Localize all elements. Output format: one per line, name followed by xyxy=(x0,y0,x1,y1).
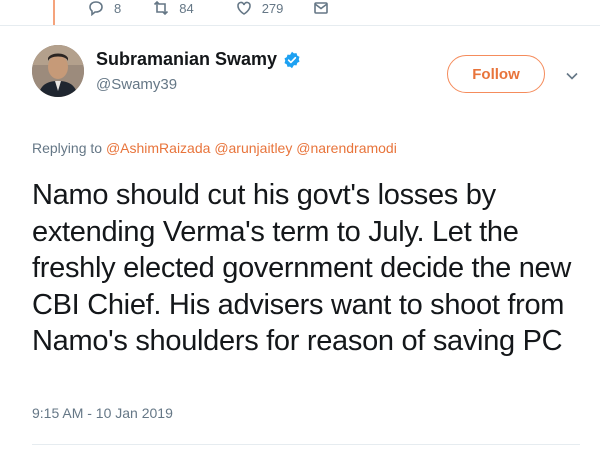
mention-link[interactable]: @narendramodi xyxy=(296,140,397,156)
author-handle[interactable]: @Swamy39 xyxy=(96,76,301,93)
verified-badge-icon xyxy=(284,51,300,68)
retweet-count: 84 xyxy=(179,0,194,16)
author-name[interactable]: Subramanian Swamy xyxy=(96,49,277,70)
follow-button[interactable]: Follow xyxy=(447,55,545,93)
avatar-image xyxy=(32,45,84,97)
reply-icon xyxy=(89,1,103,16)
thread-connector-line xyxy=(53,0,55,26)
retweet-icon xyxy=(154,0,169,16)
reply-count: 8 xyxy=(114,0,122,16)
like-action[interactable]: 279 xyxy=(236,0,284,16)
previous-tweet-actions: 8 84 279 xyxy=(88,0,329,16)
mention-link[interactable]: @AshimRaizada xyxy=(106,140,210,156)
like-icon xyxy=(236,1,251,15)
avatar[interactable] xyxy=(32,45,84,97)
mention-link[interactable]: @arunjaitley xyxy=(214,140,292,156)
retweet-action[interactable]: 84 xyxy=(153,0,194,16)
replying-to-line: Replying to @AshimRaizada @arunjaitley @… xyxy=(32,140,397,156)
bottom-divider xyxy=(32,444,580,445)
tweet-divider xyxy=(0,25,600,26)
author-block: Subramanian Swamy @Swamy39 xyxy=(96,49,301,93)
like-count: 279 xyxy=(261,0,284,16)
reply-action[interactable]: 8 xyxy=(88,0,121,16)
tweet-text: Namo should cut his govt's losses by ext… xyxy=(32,179,572,357)
message-icon xyxy=(314,2,329,14)
chevron-down-icon[interactable] xyxy=(566,72,578,80)
replying-prefix: Replying to xyxy=(32,140,103,156)
tweet-timestamp[interactable]: 9:15 AM - 10 Jan 2019 xyxy=(32,405,173,421)
direct-message-action[interactable] xyxy=(313,0,329,16)
